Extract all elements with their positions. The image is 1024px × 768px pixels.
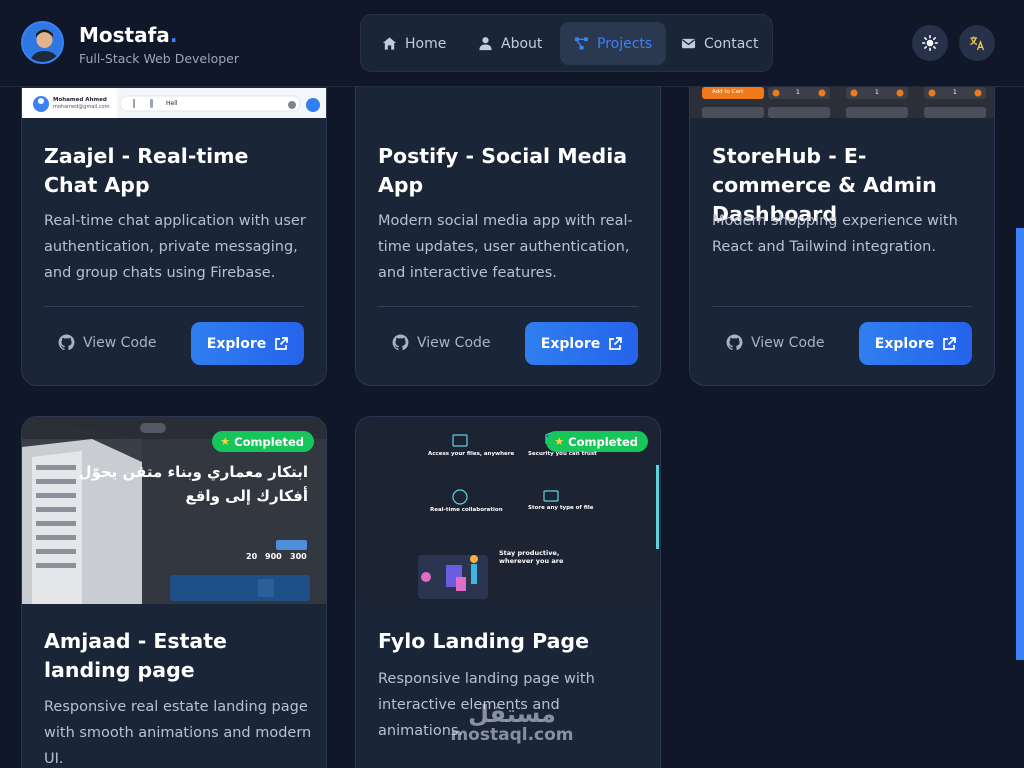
card-divider — [712, 306, 972, 307]
thumb-message-input: Hell — [166, 100, 178, 107]
thumb-feature: Store any type of file — [528, 505, 594, 511]
status-badge: ★ Completed — [546, 431, 648, 452]
badge-label: Completed — [234, 434, 304, 449]
project-card-zaajel: Mohamed Ahmed mohamed@gmail.com Hell Zaa… — [21, 40, 327, 386]
project-description: Modern shopping experience with React an… — [712, 213, 958, 255]
project-title: Zaajel - Real-time Chat App — [44, 144, 249, 197]
external-link-icon — [609, 336, 623, 350]
project-thumbnail: ★ Completed ابتكار معماري وبناء متقن يحو… — [22, 417, 326, 604]
explore-label: Explore — [540, 335, 601, 352]
nav-item-projects[interactable]: Projects — [560, 22, 667, 65]
avatar[interactable] — [21, 21, 64, 64]
nav-label-projects: Projects — [597, 35, 653, 52]
thumb-feature: Access your files, anywhere — [428, 451, 515, 457]
watermark: مستقل mostaql.com — [448, 700, 576, 745]
thumb-user-email: mohamed@gmail.com — [53, 104, 110, 110]
view-code-label: View Code — [751, 334, 825, 351]
card-divider — [44, 306, 304, 307]
thumb-feature: Security you can trust — [528, 451, 597, 457]
project-title: Fylo Landing Page — [378, 629, 589, 653]
badge-label: Completed — [568, 434, 638, 449]
explore-button[interactable]: Explore — [191, 322, 304, 365]
card-divider — [378, 306, 638, 307]
nav-item-contact[interactable]: Contact — [667, 22, 772, 65]
thumb-stat: 900 — [265, 552, 282, 561]
main-nav: Home About Projects Contact — [360, 14, 773, 72]
thumb-feature: Real-time collaboration — [430, 507, 503, 513]
project-title: Postify - Social Media App — [378, 144, 628, 197]
site-header: Mostafa. Full-Stack Web Developer Home A… — [0, 0, 1024, 87]
explore-button[interactable]: Explore — [525, 322, 638, 365]
thumb-stat: 20 — [246, 552, 258, 561]
thumb-add-to-cart: Add to Cart — [712, 89, 744, 95]
watermark-latin: mostaql.com — [450, 725, 574, 745]
brand-subtitle: Full-Stack Web Developer — [79, 51, 239, 66]
project-title: Amjaad - Estate landing page — [44, 629, 227, 682]
github-icon — [726, 334, 743, 351]
avatar-portrait-icon — [23, 23, 62, 62]
thumb-headline-line2: أفكارك إلى واقع — [185, 487, 308, 505]
project-card-amjaad: ★ Completed ابتكار معماري وبناء متقن يحو… — [21, 416, 327, 768]
sun-icon — [922, 35, 938, 51]
view-code-link[interactable]: View Code — [726, 334, 825, 351]
projects-icon — [574, 37, 589, 50]
star-icon: ★ — [220, 435, 231, 448]
external-link-icon — [275, 336, 289, 350]
nav-label-contact: Contact — [704, 35, 759, 52]
envelope-icon — [681, 38, 696, 49]
github-icon — [58, 334, 75, 351]
view-code-link[interactable]: View Code — [58, 334, 157, 351]
brand-name[interactable]: Mostafa. — [79, 23, 177, 47]
project-description: Real-time chat application with user aut… — [44, 213, 306, 281]
thumb-headline-line1: ابتكار معماري وبناء متقن يحوّل — [78, 463, 308, 481]
star-icon: ★ — [554, 435, 565, 448]
view-code-link[interactable]: View Code — [392, 334, 491, 351]
status-badge: ★ Completed — [212, 431, 314, 452]
nav-label-home: Home — [405, 35, 447, 52]
thumb-qty: 1 — [875, 89, 879, 96]
view-code-label: View Code — [417, 334, 491, 351]
thumb-qty: 1 — [953, 89, 957, 96]
project-description: Modern social media app with real-time u… — [378, 213, 633, 281]
explore-button[interactable]: Explore — [859, 322, 972, 365]
brand-name-text: Mostafa — [79, 23, 170, 47]
thumb-stat: 300 — [290, 552, 307, 561]
explore-label: Explore — [874, 335, 935, 352]
nav-item-about[interactable]: About — [464, 22, 556, 65]
project-description: Responsive real estate landing page with… — [44, 699, 312, 767]
home-icon — [382, 37, 397, 50]
thumb-user-name: Mohamed Ahmed — [53, 97, 107, 103]
watermark-arabic: مستقل — [468, 700, 556, 728]
external-link-icon — [943, 336, 957, 350]
page-scrollbar[interactable] — [1016, 228, 1024, 660]
explore-label: Explore — [206, 335, 267, 352]
thumb-qty: 1 — [796, 89, 800, 96]
nav-item-home[interactable]: Home — [368, 22, 460, 65]
project-card-storehub: Add to Cart 1 1 1 StoreHub - E-commerce … — [689, 40, 995, 386]
project-thumbnail: ★ Completed Access your files, anywhere … — [356, 417, 660, 604]
project-card-postify: Postify - Social Media App Modern social… — [355, 40, 661, 386]
view-code-label: View Code — [83, 334, 157, 351]
translate-icon — [970, 36, 985, 51]
theme-toggle-button[interactable] — [912, 25, 948, 61]
language-toggle-button[interactable] — [959, 25, 995, 61]
thumb-cta: Stay productive, wherever you are — [499, 549, 564, 565]
nav-label-about: About — [501, 35, 543, 52]
github-icon — [392, 334, 409, 351]
user-icon — [479, 37, 492, 51]
brand-dot: . — [169, 23, 178, 47]
